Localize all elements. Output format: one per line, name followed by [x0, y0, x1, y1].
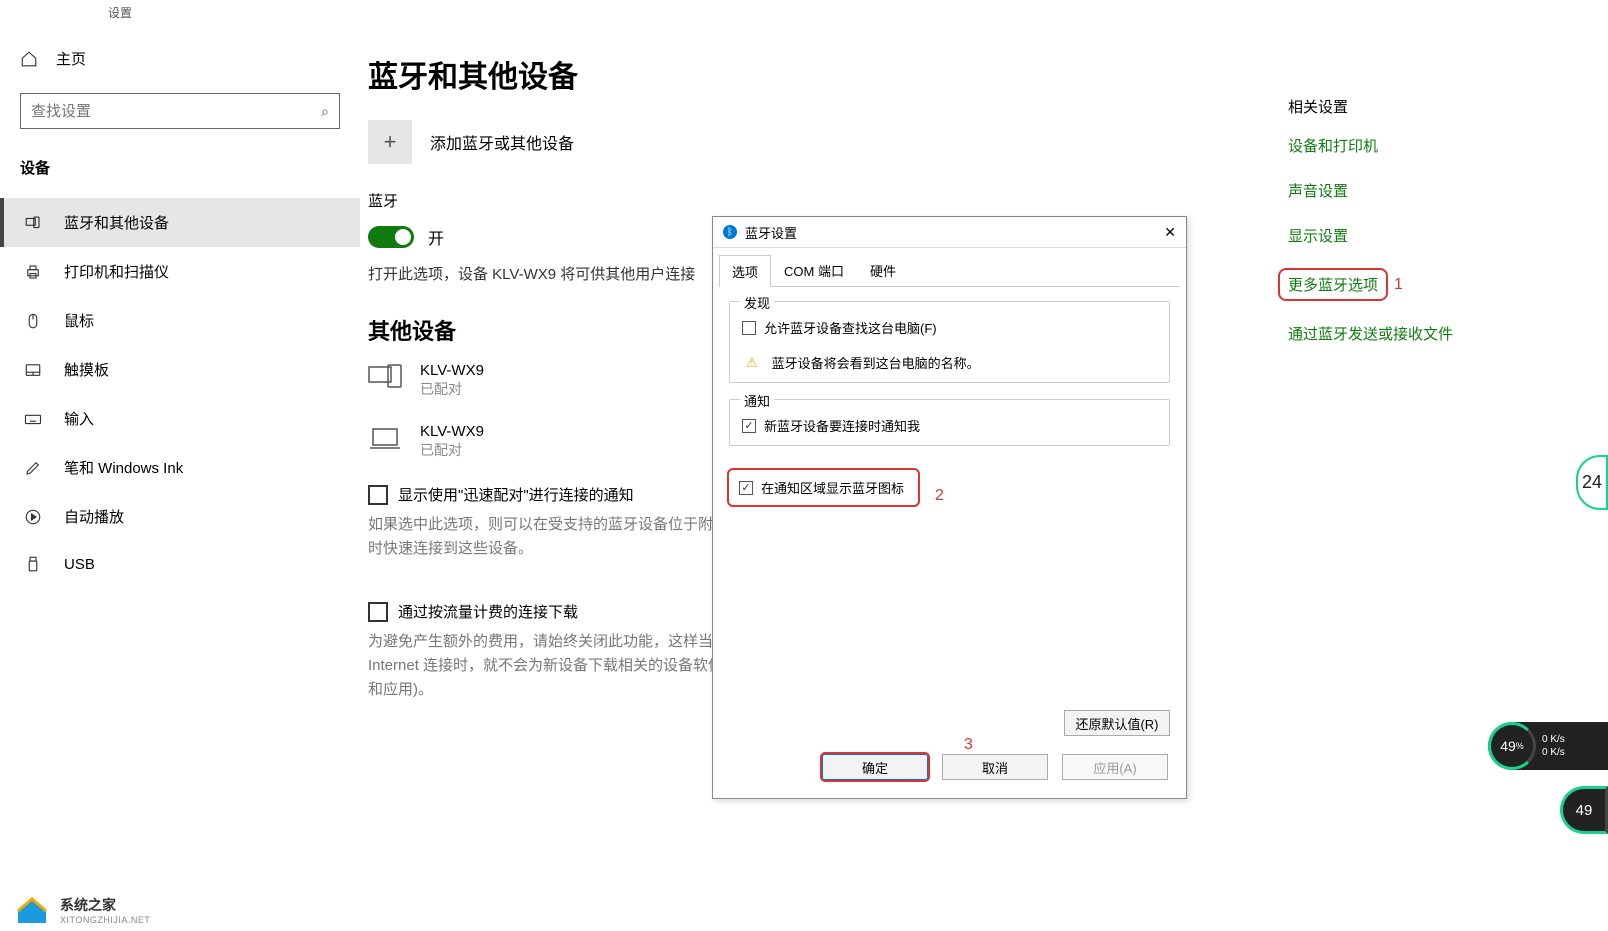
- apply-button[interactable]: 应用(A): [1062, 754, 1168, 780]
- usb-icon: [24, 555, 42, 573]
- net-down: 0 K/s: [1542, 747, 1565, 758]
- link-more-bluetooth-options[interactable]: 更多蓝牙选项: [1280, 270, 1386, 299]
- widget-battery[interactable]: 49% 0 K/s 0 K/s: [1488, 722, 1608, 770]
- checkbox-allow-find[interactable]: [742, 321, 756, 335]
- search-input[interactable]: [31, 103, 321, 120]
- device-status: 已配对: [420, 379, 484, 399]
- widget-network[interactable]: 49: [1560, 786, 1608, 834]
- quickpair-checkbox[interactable]: [368, 485, 388, 505]
- link-sound-settings[interactable]: 声音设置: [1288, 180, 1598, 201]
- plus-icon: +: [368, 120, 412, 164]
- add-device-label: 添加蓝牙或其他设备: [430, 130, 574, 154]
- net-up: 0 K/s: [1542, 734, 1565, 745]
- laptop-icon: [368, 425, 402, 458]
- metered-checkbox[interactable]: [368, 602, 388, 622]
- device-name: KLV-WX9: [420, 362, 484, 379]
- annotation-3: 3: [964, 736, 973, 754]
- group-notifications-title: 通知: [740, 391, 774, 410]
- devices-icon: [24, 214, 42, 232]
- annotation-2: 2: [935, 487, 944, 505]
- add-device-button[interactable]: + 添加蓝牙或其他设备: [368, 120, 1248, 164]
- search-input-box[interactable]: ⌕: [20, 93, 340, 129]
- search-icon: ⌕: [321, 103, 329, 120]
- dialog-tabs: 选项 COM 端口 硬件: [719, 254, 1180, 287]
- pen-icon: [24, 459, 42, 477]
- link-bluetooth-send-receive[interactable]: 通过蓝牙发送或接收文件: [1288, 323, 1598, 344]
- restore-defaults-button[interactable]: 还原默认值(R): [1064, 710, 1170, 736]
- checkbox-notify-connect[interactable]: [742, 419, 756, 433]
- sidebar-item-mouse[interactable]: 鼠标: [0, 296, 360, 345]
- tab-com-ports[interactable]: COM 端口: [771, 254, 857, 286]
- warning-text: 蓝牙设备将会看到这台电脑的名称。: [772, 353, 980, 372]
- device-name: KLV-WX9: [420, 423, 484, 440]
- sidebar-item-usb[interactable]: USB: [0, 541, 360, 587]
- watermark-subtext: XITONGZHIJIA.NET: [60, 915, 150, 925]
- sidebar-item-pen[interactable]: 笔和 Windows Ink: [0, 443, 360, 492]
- ok-button[interactable]: 确定: [822, 754, 928, 780]
- tab-options[interactable]: 选项: [719, 255, 771, 287]
- quickpair-desc: 如果选中此选项，则可以在受支持的蓝牙设备位于附近时快速连接到这些设备。: [368, 513, 728, 561]
- window-titlebar: 设置: [0, 0, 1608, 24]
- page-title: 蓝牙和其他设备: [368, 52, 1248, 96]
- cancel-button[interactable]: 取消: [942, 754, 1048, 780]
- watermark: 系统之家 XITONGZHIJIA.NET: [14, 895, 150, 925]
- tab-hardware[interactable]: 硬件: [857, 254, 909, 286]
- sidebar-item-typing[interactable]: 输入: [0, 394, 360, 443]
- bluetooth-icon: ᛒ: [723, 225, 737, 239]
- annotation-1: 1: [1394, 276, 1403, 294]
- warning-icon: ⚠: [746, 355, 758, 371]
- group-notifications: 通知 新蓝牙设备要连接时通知我: [729, 399, 1170, 446]
- quickpair-label: 显示使用"迅速配对"进行连接的通知: [398, 484, 634, 505]
- home-icon: [20, 50, 38, 68]
- checkbox-allow-find-label: 允许蓝牙设备查找这台电脑(F): [764, 318, 937, 337]
- bluetooth-toggle[interactable]: [368, 226, 414, 248]
- watermark-text: 系统之家: [60, 895, 150, 915]
- metered-label: 通过按流量计费的连接下载: [398, 601, 578, 622]
- sidebar-item-autoplay[interactable]: 自动播放: [0, 492, 360, 541]
- home-link[interactable]: 主页: [20, 40, 360, 77]
- autoplay-icon: [24, 508, 42, 526]
- checkbox-notify-connect-label: 新蓝牙设备要连接时通知我: [764, 416, 920, 435]
- home-label: 主页: [56, 48, 86, 69]
- mouse-icon: [24, 312, 42, 330]
- checkbox-show-tray-icon[interactable]: [739, 481, 753, 495]
- dialog-button-row: 确定 取消 应用(A): [719, 746, 1180, 792]
- bluetooth-settings-dialog: ᛒ 蓝牙设置 ✕ 选项 COM 端口 硬件 发现 允许蓝牙设备查找这台电脑(F)…: [712, 216, 1187, 799]
- sidebar-item-bluetooth[interactable]: 蓝牙和其他设备: [0, 198, 360, 247]
- group-discovery: 发现 允许蓝牙设备查找这台电脑(F) ⚠ 蓝牙设备将会看到这台电脑的名称。: [729, 301, 1170, 383]
- sidebar-item-label: 笔和 Windows Ink: [64, 457, 183, 478]
- sidebar-item-label: 触摸板: [64, 359, 109, 380]
- sidebar-item-label: 蓝牙和其他设备: [64, 212, 169, 233]
- right-panel: 相关设置 设备和打印机 声音设置 显示设置 更多蓝牙选项 1 通过蓝牙发送或接收…: [1288, 24, 1608, 931]
- device-status: 已配对: [420, 440, 484, 460]
- checkbox-show-tray-icon-label: 在通知区域显示蓝牙图标: [761, 478, 904, 497]
- related-settings-heading: 相关设置: [1288, 96, 1598, 117]
- sidebar-item-touchpad[interactable]: 触摸板: [0, 345, 360, 394]
- metered-desc: 为避免产生额外的费用，请始终关闭此功能，这样当 Internet 连接时，就不会…: [368, 630, 728, 702]
- sidebar: 主页 ⌕ 设备 蓝牙和其他设备 打印机和扫描仪 鼠标 触摸板: [0, 24, 360, 931]
- watermark-icon: [14, 895, 50, 925]
- sidebar-item-printers[interactable]: 打印机和扫描仪: [0, 247, 360, 296]
- toggle-state-label: 开: [428, 225, 444, 249]
- sidebar-item-label: 输入: [64, 408, 94, 429]
- printer-icon: [24, 263, 42, 281]
- monitor-icon: [368, 364, 402, 397]
- touchpad-icon: [24, 361, 42, 379]
- sidebar-section-label: 设备: [20, 157, 360, 178]
- close-icon[interactable]: ✕: [1164, 224, 1176, 241]
- group-discovery-title: 发现: [740, 293, 774, 312]
- sidebar-item-label: 打印机和扫描仪: [64, 261, 169, 282]
- sidebar-item-label: USB: [64, 556, 95, 573]
- dialog-title: 蓝牙设置: [745, 223, 797, 242]
- keyboard-icon: [24, 410, 42, 428]
- link-devices-printers[interactable]: 设备和打印机: [1288, 135, 1598, 156]
- link-display-settings[interactable]: 显示设置: [1288, 225, 1598, 246]
- dialog-titlebar[interactable]: ᛒ 蓝牙设置 ✕: [713, 217, 1186, 247]
- bluetooth-heading: 蓝牙: [368, 190, 1248, 211]
- sidebar-item-label: 自动播放: [64, 506, 124, 527]
- sidebar-item-label: 鼠标: [64, 310, 94, 331]
